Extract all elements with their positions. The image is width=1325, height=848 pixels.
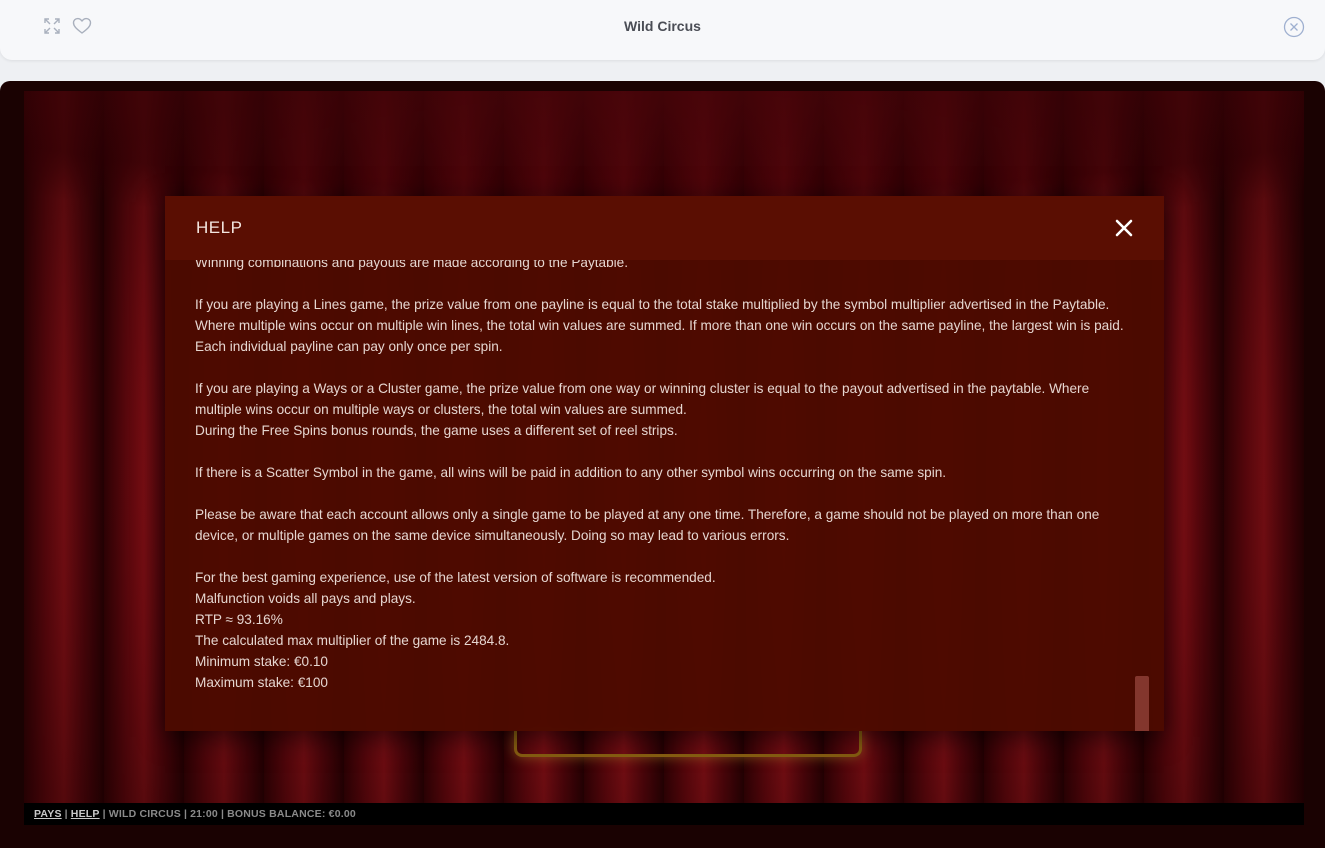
top-bar: Wild Circus: [0, 0, 1325, 60]
help-paragraph: Please be aware that each account allows…: [195, 504, 1125, 546]
status-bar: PAYS | HELP | WILD CIRCUS | 21:00 | BONUS BALANC…: [24, 803, 1304, 825]
status-separator: |: [102, 808, 106, 820]
help-min-stake: Minimum stake: €0.10: [195, 654, 328, 669]
help-line: If you are playing a Lines game, the pri…: [195, 297, 1124, 354]
close-icon[interactable]: [1114, 218, 1134, 238]
help-line: For the best gaming experience, use of t…: [195, 570, 716, 585]
close-circle-icon[interactable]: [1283, 16, 1305, 38]
help-modal: HELP Winning combinations and payouts ar…: [165, 196, 1164, 731]
help-line: Malfunction voids all pays and plays.: [195, 591, 416, 606]
help-paragraph: If you are playing a Lines game, the pri…: [195, 294, 1125, 357]
status-bonus-balance: BONUS BALANCE: €0.00: [227, 808, 356, 820]
help-paragraph: For the best gaming experience, use of t…: [195, 567, 1125, 693]
help-max-stake: Maximum stake: €100: [195, 675, 328, 690]
status-game-name: WILD CIRCUS: [108, 808, 181, 820]
help-scrollbar-thumb[interactable]: [1135, 676, 1149, 731]
status-pays-link[interactable]: PAYS: [34, 808, 62, 820]
help-paragraph: If you are playing a Ways or a Cluster g…: [195, 378, 1125, 441]
status-time: 21:00: [190, 808, 218, 820]
window-title: Wild Circus: [624, 18, 701, 34]
help-title: HELP: [196, 218, 243, 237]
help-scroll-area[interactable]: Winning combinations and payouts are mad…: [165, 260, 1164, 731]
status-separator: |: [183, 808, 188, 820]
status-help-link[interactable]: HELP: [71, 808, 100, 820]
help-line: If you are playing a Ways or a Cluster g…: [195, 381, 1090, 417]
help-line: During the Free Spins bonus rounds, the …: [195, 423, 678, 438]
help-header: HELP: [165, 196, 1164, 260]
help-line: The calculated max multiplier of the gam…: [195, 633, 510, 648]
help-rtp: RTP ≈ 93.16%: [195, 612, 283, 627]
help-line: Winning combinations and payouts are mad…: [195, 260, 628, 270]
help-line: Please be aware that each account allows…: [195, 507, 1100, 543]
help-paragraph: Winning combinations and payouts are mad…: [195, 260, 1125, 273]
help-paragraph: If there is a Scatter Symbol in the game…: [195, 462, 1125, 483]
status-separator: |: [220, 808, 225, 820]
reel-frame: [514, 731, 862, 757]
help-text: Winning combinations and payouts are mad…: [195, 260, 1125, 693]
help-line: If there is a Scatter Symbol in the game…: [195, 465, 947, 480]
status-separator: |: [64, 808, 68, 820]
